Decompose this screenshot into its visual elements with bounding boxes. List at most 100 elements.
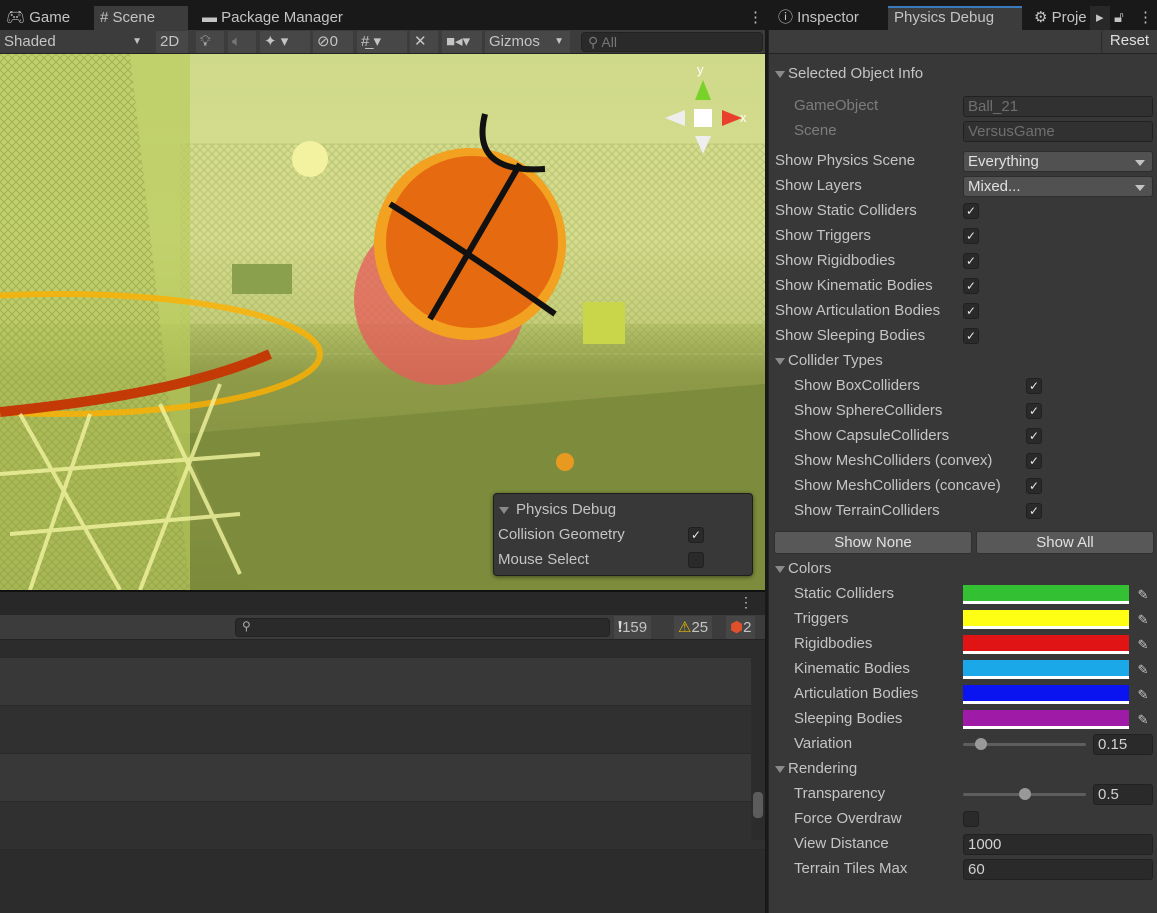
collider-types-foldout[interactable]: Collider Types <box>775 349 1153 373</box>
shading-mode-dropdown[interactable]: Shaded ▼ <box>0 31 150 53</box>
toggle-row[interactable]: Show Articulation Bodies ✓ <box>775 299 1153 323</box>
tools-icon[interactable]: ✕ <box>410 31 438 53</box>
hidden-objects-toggle[interactable]: ⊘0 <box>313 31 353 53</box>
toggle-checkbox[interactable]: ✓ <box>963 203 979 219</box>
collider-type-checkbox[interactable]: ✓ <box>1026 403 1042 419</box>
svg-text:x: x <box>740 110 747 125</box>
show-physics-scene-row: Show Physics Scene Everything <box>775 149 1153 173</box>
variation-slider[interactable] <box>963 738 1086 750</box>
transparency-slider[interactable] <box>963 788 1086 800</box>
collision-geometry-checkbox[interactable]: ✓ <box>688 527 704 543</box>
camera-icon[interactable]: ■◂▾ <box>442 31 482 53</box>
tab-scroll-right-icon[interactable]: ▸ <box>1090 6 1110 30</box>
eyedropper-icon[interactable]: ✎ <box>1133 660 1153 679</box>
collider-type-checkbox[interactable]: ✓ <box>1026 503 1042 519</box>
toggle-checkbox[interactable]: ✓ <box>963 303 979 319</box>
slider-knob[interactable] <box>975 738 988 750</box>
collider-type-row[interactable]: Show MeshColliders (convex) ✓ <box>775 449 1153 473</box>
tab-project-settings[interactable]: ⚙ Proje <box>1028 6 1093 30</box>
rendering-foldout[interactable]: Rendering <box>775 757 1153 781</box>
more-menu-icon[interactable]: ⋮ <box>1132 6 1157 30</box>
transparency-field[interactable]: 0.5 <box>1093 784 1153 805</box>
collider-type-checkbox[interactable]: ✓ <box>1026 478 1042 494</box>
color-row: Triggers ✎ <box>775 607 1153 631</box>
2d-toggle[interactable]: 2D <box>156 31 188 53</box>
lock-icon[interactable]: 🔓︎ <box>1108 6 1130 30</box>
color-row: Rigidbodies ✎ <box>775 632 1153 656</box>
slider-knob[interactable] <box>1018 788 1031 800</box>
toggle-checkbox[interactable]: ✓ <box>963 278 979 294</box>
collider-type-row[interactable]: Show MeshColliders (concave) ✓ <box>775 474 1153 498</box>
toggle-row[interactable]: Show Kinematic Bodies ✓ <box>775 274 1153 298</box>
force-overdraw-row[interactable]: Force Overdraw <box>775 807 1153 831</box>
audio-icon[interactable]: 🔈︎ <box>228 31 256 53</box>
console-header: ⋮ <box>0 590 765 615</box>
show-all-button[interactable]: Show All <box>976 531 1154 554</box>
console-scrollbar[interactable] <box>751 640 765 840</box>
collider-type-row[interactable]: Show CapsuleColliders ✓ <box>775 424 1153 448</box>
collider-type-row[interactable]: Show BoxColliders ✓ <box>775 374 1153 398</box>
color-swatch[interactable] <box>963 660 1129 679</box>
collider-type-row[interactable]: Show TerrainColliders ✓ <box>775 499 1153 523</box>
collider-type-checkbox[interactable]: ✓ <box>1026 378 1042 394</box>
eyedropper-icon[interactable]: ✎ <box>1133 710 1153 729</box>
console-toolbar: ⚲ ❗︎159 ⚠︎25 ⬢2 <box>0 615 765 640</box>
selected-object-info-foldout[interactable]: Selected Object Info <box>775 62 1153 86</box>
toggle-row[interactable]: Show Static Colliders ✓ <box>775 199 1153 223</box>
reset-button[interactable]: Reset <box>1101 30 1157 53</box>
tab-game[interactable]: 🎮︎ Game <box>0 6 76 30</box>
console-log-list[interactable] <box>0 640 765 913</box>
hash-icon: # <box>100 9 113 26</box>
toggle-checkbox[interactable]: ✓ <box>963 328 979 344</box>
toggle-row[interactable]: Show Rigidbodies ✓ <box>775 249 1153 273</box>
mouse-select-checkbox[interactable] <box>688 552 704 568</box>
color-swatch[interactable] <box>963 710 1129 729</box>
collision-geometry-toggle[interactable]: Collision Geometry ✓ <box>498 523 748 547</box>
terrain-tiles-field[interactable]: 60 <box>963 859 1153 880</box>
collider-type-row[interactable]: Show SphereColliders ✓ <box>775 399 1153 423</box>
view-distance-field[interactable]: 1000 <box>963 834 1153 855</box>
overlay-title[interactable]: Physics Debug <box>499 498 748 522</box>
scene-view[interactable]: y x Physics Debug Collision Geometry ✓ Mo… <box>0 54 765 590</box>
show-none-button[interactable]: Show None <box>774 531 972 554</box>
lighting-icon[interactable]: 💡︎ <box>196 31 224 53</box>
force-overdraw-checkbox[interactable] <box>963 811 979 827</box>
gizmos-dropdown[interactable]: Gizmos ▼ <box>485 31 570 53</box>
warning-filter-toggle[interactable]: ⚠︎25 <box>674 616 713 639</box>
transparency-row: Transparency 0.5 <box>775 782 1153 806</box>
color-swatch[interactable] <box>963 610 1129 629</box>
eyedropper-icon[interactable]: ✎ <box>1133 635 1153 654</box>
eyedropper-icon[interactable]: ✎ <box>1133 610 1153 629</box>
grid-icon[interactable]: #̲ ▾ <box>357 31 407 53</box>
effects-icon[interactable]: ✦ ▾ <box>260 31 310 53</box>
eyedropper-icon[interactable]: ✎ <box>1133 685 1153 704</box>
tab-package-manager[interactable]: ▬ Package Manager <box>196 6 349 30</box>
collider-type-checkbox[interactable]: ✓ <box>1026 453 1042 469</box>
toggle-checkbox[interactable]: ✓ <box>963 253 979 269</box>
show-physics-scene-dropdown[interactable]: Everything <box>963 151 1153 172</box>
toggle-row[interactable]: Show Sleeping Bodies ✓ <box>775 324 1153 348</box>
show-layers-dropdown[interactable]: Mixed... <box>963 176 1153 197</box>
collider-type-checkbox[interactable]: ✓ <box>1026 428 1042 444</box>
error-icon: ⬢ <box>730 619 744 636</box>
scene-search-input[interactable]: ⚲ All <box>581 32 763 52</box>
color-row: Kinematic Bodies ✎ <box>775 657 1153 681</box>
color-swatch[interactable] <box>963 585 1129 604</box>
toggle-row[interactable]: Show Triggers ✓ <box>775 224 1153 248</box>
eyedropper-icon[interactable]: ✎ <box>1133 585 1153 604</box>
tab-physics-debug[interactable]: Physics Debug <box>888 6 1022 30</box>
color-swatch[interactable] <box>963 685 1129 704</box>
color-swatch[interactable] <box>963 635 1129 654</box>
log-filter-toggle[interactable]: ❗︎159 <box>614 616 652 639</box>
tab-scene[interactable]: # Scene <box>94 6 188 30</box>
console-search-input[interactable]: ⚲ <box>235 618 610 637</box>
more-menu-icon[interactable]: ⋮ <box>742 6 769 30</box>
colors-foldout[interactable]: Colors <box>775 557 1153 581</box>
color-row: Sleeping Bodies ✎ <box>775 707 1153 731</box>
more-menu-icon[interactable]: ⋮ <box>739 594 753 611</box>
error-filter-toggle[interactable]: ⬢2 <box>726 616 756 639</box>
toggle-checkbox[interactable]: ✓ <box>963 228 979 244</box>
mouse-select-toggle[interactable]: Mouse Select <box>498 548 748 572</box>
tab-inspector[interactable]: ⓘ Inspector <box>772 6 865 30</box>
variation-field[interactable]: 0.15 <box>1093 734 1153 755</box>
